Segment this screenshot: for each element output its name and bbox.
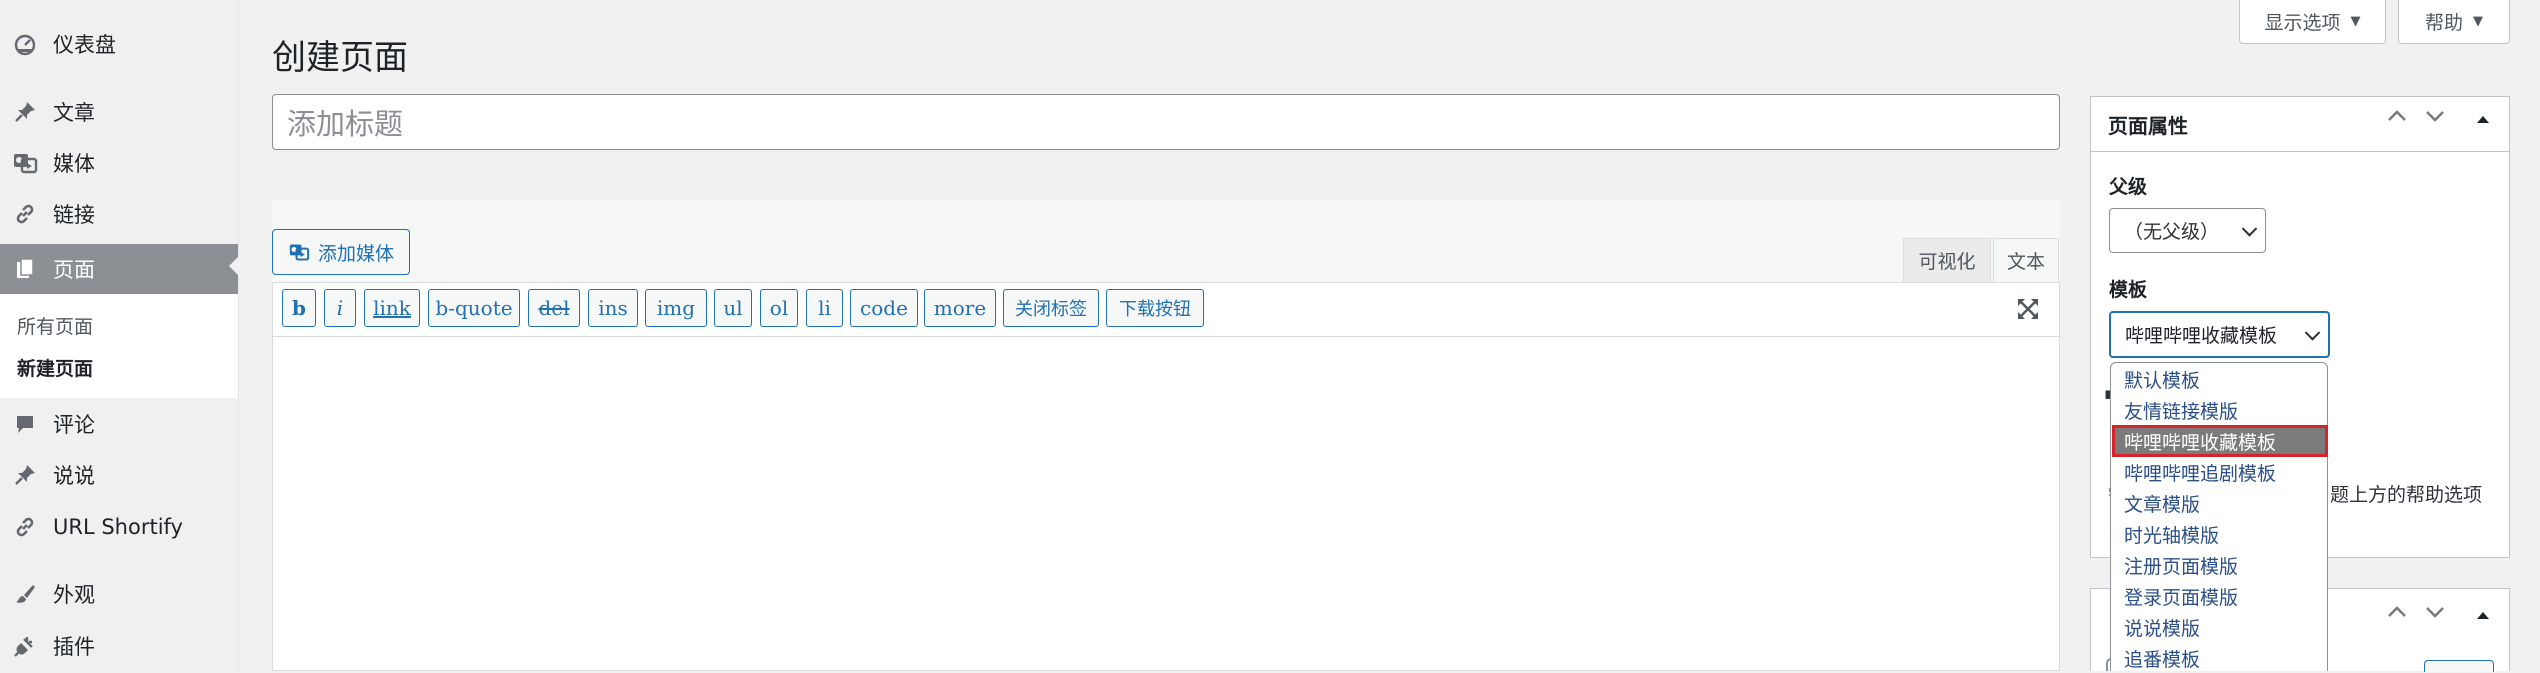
qt-link-button[interactable]: link <box>364 289 420 327</box>
pages-submenu: 所有页面 新建页面 <box>0 294 238 398</box>
template-option[interactable]: 友情链接模版 <box>2113 395 2327 425</box>
sidebar-item-label: 插件 <box>53 635 95 659</box>
sidebar-item-comments[interactable]: 评论 <box>0 402 238 446</box>
pin-icon <box>12 464 38 486</box>
help-button[interactable]: 帮助 ▼ <box>2398 0 2510 44</box>
template-option[interactable]: 注册页面模版 <box>2113 550 2327 580</box>
brush-icon <box>12 583 38 605</box>
move-up-icon[interactable] <box>2382 604 2412 625</box>
template-option[interactable]: 文章模版 <box>2113 488 2327 518</box>
parent-select[interactable]: （无父级） <box>2109 208 2266 253</box>
fullscreen-icon[interactable] <box>2015 296 2041 322</box>
template-option[interactable]: 说说模版 <box>2113 612 2327 642</box>
sidebar-item-dashboard[interactable]: 仪表盘 <box>0 22 238 66</box>
qt-italic-button[interactable]: i <box>324 289 356 327</box>
caret-down-icon: ▼ <box>2350 14 2361 29</box>
qt-img-button[interactable]: img <box>645 289 707 327</box>
tab-visual[interactable]: 可视化 <box>1903 238 1991 282</box>
qt-bold-button[interactable]: b <box>282 289 316 327</box>
template-select-value: 哔哩哔哩收藏模板 <box>2125 325 2278 347</box>
sidebar-item-label: 仪表盘 <box>53 33 116 57</box>
sidebar-item-label: 文章 <box>53 101 95 125</box>
tab-text[interactable]: 文本 <box>1993 238 2059 282</box>
sidebar-item-posts[interactable]: 文章 <box>0 90 238 134</box>
qt-ol-button[interactable]: ol <box>760 289 798 327</box>
qt-code-button[interactable]: code <box>850 289 918 327</box>
qt-bquote-button[interactable]: b-quote <box>428 289 520 327</box>
plugin-icon <box>12 635 38 657</box>
qt-close-tags-button[interactable]: 关闭标签 <box>1003 289 1099 327</box>
template-label: 模板 <box>2109 279 2148 301</box>
submenu-item-all-pages[interactable]: 所有页面 <box>17 312 93 339</box>
toggle-panel-icon[interactable] <box>2468 606 2498 626</box>
sidebar-item-label: 外观 <box>53 583 95 607</box>
link-icon <box>12 516 38 538</box>
template-option[interactable]: 默认模板 <box>2113 364 2327 394</box>
dashboard-icon <box>12 33 38 56</box>
screen-options-label: 显示选项 <box>2264 12 2341 34</box>
second-box-button[interactable] <box>2424 660 2494 672</box>
caret-down-icon: ▼ <box>2473 14 2483 29</box>
link-icon <box>12 203 38 225</box>
chevron-down-icon <box>2241 220 2258 237</box>
media-icon <box>289 244 310 261</box>
template-option-selected[interactable]: 哔哩哔哩收藏模板 <box>2112 425 2328 457</box>
template-option[interactable]: 时光轴模版 <box>2113 519 2327 549</box>
move-down-icon[interactable] <box>2420 604 2450 625</box>
tab-text-label: 文本 <box>2006 251 2045 273</box>
qt-del-button[interactable]: del <box>528 289 580 327</box>
help-label: 帮助 <box>2424 12 2463 34</box>
pin-icon <box>12 101 38 123</box>
template-select[interactable]: 哔哩哔哩收藏模板 <box>2109 311 2330 358</box>
template-option[interactable]: 追番模板 <box>2113 643 2327 673</box>
qt-ins-button[interactable]: ins <box>588 289 638 327</box>
tab-visual-label: 可视化 <box>1918 251 1976 273</box>
sidebar-item-pages[interactable]: 页面 <box>0 244 239 294</box>
parent-select-value: （无父级） <box>2124 221 2220 243</box>
page-attributes-title: 页面属性 <box>2108 114 2188 138</box>
add-media-button[interactable]: 添加媒体 <box>272 229 410 275</box>
sidebar-item-links[interactable]: 链接 <box>0 192 238 236</box>
screen-options-button[interactable]: 显示选项 ▼ <box>2239 0 2386 44</box>
sidebar-item-appearance[interactable]: 外观 <box>0 572 238 616</box>
template-option[interactable]: 登录页面模版 <box>2113 581 2327 611</box>
qt-more-button[interactable]: more <box>924 289 996 327</box>
page-title: 创建页面 <box>272 38 408 78</box>
qt-download-button[interactable]: 下载按钮 <box>1106 289 1204 327</box>
sidebar-item-url-shortify[interactable]: URL Shortify <box>0 505 238 549</box>
move-down-icon[interactable] <box>2420 108 2450 129</box>
sidebar-item-shuoshuo[interactable]: 说说 <box>0 453 238 497</box>
sidebar-item-label: 说说 <box>53 464 95 488</box>
title-input[interactable]: 添加标题 <box>272 94 2060 150</box>
help-text: 题上方的帮助选项 <box>2330 484 2483 506</box>
sidebar-item-label: URL Shortify <box>53 515 183 539</box>
content-textarea[interactable] <box>272 337 2060 671</box>
sidebar-item-label: 评论 <box>53 413 95 437</box>
sidebar-item-label: 媒体 <box>53 152 95 176</box>
qt-ul-button[interactable]: ul <box>714 289 752 327</box>
toggle-panel-icon[interactable] <box>2468 110 2498 130</box>
admin-sidebar: 仪表盘 文章 媒体 链接 页面 所有页面 新建页面 评论 说说 URL Shor… <box>0 0 239 671</box>
sidebar-item-label: 页面 <box>53 258 95 282</box>
media-icon <box>12 152 38 174</box>
chevron-down-icon <box>2304 324 2321 341</box>
sidebar-item-media[interactable]: 媒体 <box>0 141 238 185</box>
sidebar-item-plugins[interactable]: 插件 <box>0 624 238 668</box>
move-up-icon[interactable] <box>2382 108 2412 129</box>
comment-icon <box>12 413 38 435</box>
add-media-label: 添加媒体 <box>317 242 394 265</box>
title-placeholder: 添加标题 <box>287 107 404 141</box>
parent-label: 父级 <box>2109 176 2148 198</box>
sidebar-item-label: 链接 <box>53 203 95 227</box>
template-option[interactable]: 哔哩哔哩追剧模板 <box>2113 457 2327 487</box>
page-icon <box>12 258 38 280</box>
qt-li-button[interactable]: li <box>806 289 843 327</box>
submenu-item-new-page[interactable]: 新建页面 <box>17 354 93 381</box>
